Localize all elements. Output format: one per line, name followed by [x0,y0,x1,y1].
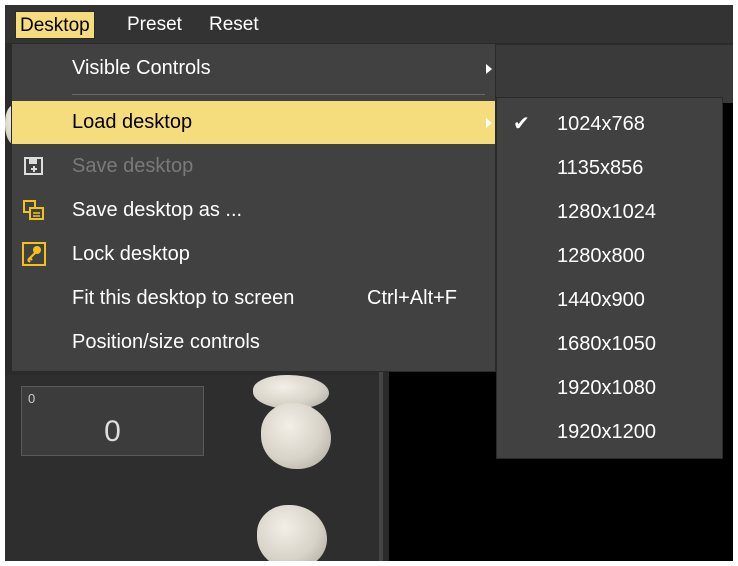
value-widget[interactable]: 0 0 [21,386,204,456]
menu-item-label: Lock desktop [72,243,190,265]
submenu-arrow-icon [486,64,492,74]
submenu-item[interactable]: 1135x856 [497,146,722,190]
menu-item-label: Save desktop as ... [72,199,243,221]
submenu-item[interactable]: ✔ 1024x768 [497,102,722,146]
submenu-item[interactable]: 1440x900 [497,278,722,322]
menu-item-label: Visible Controls [72,57,211,79]
menu-item-load-desktop[interactable]: Load desktop [12,101,495,144]
menu-item-position-size[interactable]: Position/size controls [12,321,495,364]
submenu-item[interactable]: 1680x1050 [497,322,722,366]
load-desktop-submenu: ✔ 1024x768 1135x856 1280x1024 1280x800 1… [496,97,723,459]
menu-item-label: Fit this desktop to screen [72,287,295,309]
lock-key-icon [22,242,46,266]
menu-item-lock-desktop[interactable]: Lock desktop [12,233,495,276]
submenu-item-label: 1280x1024 [557,201,656,223]
submenu-arrow-icon [486,118,492,128]
submenu-item-label: 1680x1050 [557,333,656,355]
menu-item-save-desktop-as[interactable]: Save desktop as ... [12,189,495,232]
tooth-image [261,403,331,469]
submenu-item-label: 1024x768 [557,113,645,135]
menubar-reset[interactable]: Reset [205,11,263,39]
toolbar-area [495,45,733,103]
save-as-icon [23,200,44,220]
menu-item-save-desktop: Save desktop [12,145,495,188]
menu-separator [72,94,485,95]
widget-value: 0 [104,415,121,448]
checkmark-icon: ✔ [513,113,530,135]
submenu-item[interactable]: 1280x1024 [497,190,722,234]
submenu-item[interactable]: 1280x800 [497,234,722,278]
submenu-item-label: 1280x800 [557,245,645,267]
submenu-item-label: 1440x900 [557,289,645,311]
save-icon [24,157,43,175]
submenu-item-label: 1920x1200 [557,421,656,443]
menu-item-label: Position/size controls [72,331,260,353]
menu-item-fit-desktop[interactable]: Fit this desktop to screen Ctrl+Alt+F [12,277,495,320]
desktop-menu: Visible Controls Load desktop Save deskt… [11,43,496,372]
menu-item-label: Save desktop [72,155,194,177]
menu-item-shortcut: Ctrl+Alt+F [367,287,458,309]
menubar-desktop[interactable]: Desktop [15,11,95,39]
menubar-preset[interactable]: Preset [123,11,186,39]
submenu-item[interactable]: 1920x1080 [497,366,722,410]
menu-item-visible-controls[interactable]: Visible Controls [12,47,495,90]
menu-item-label: Load desktop [72,111,193,133]
widget-small-value: 0 [28,391,36,406]
menu-bar: Desktop Preset Reset [5,5,733,43]
submenu-item[interactable]: 1920x1200 [497,410,722,454]
submenu-item-label: 1920x1080 [557,377,656,399]
submenu-item-label: 1135x856 [557,157,644,179]
